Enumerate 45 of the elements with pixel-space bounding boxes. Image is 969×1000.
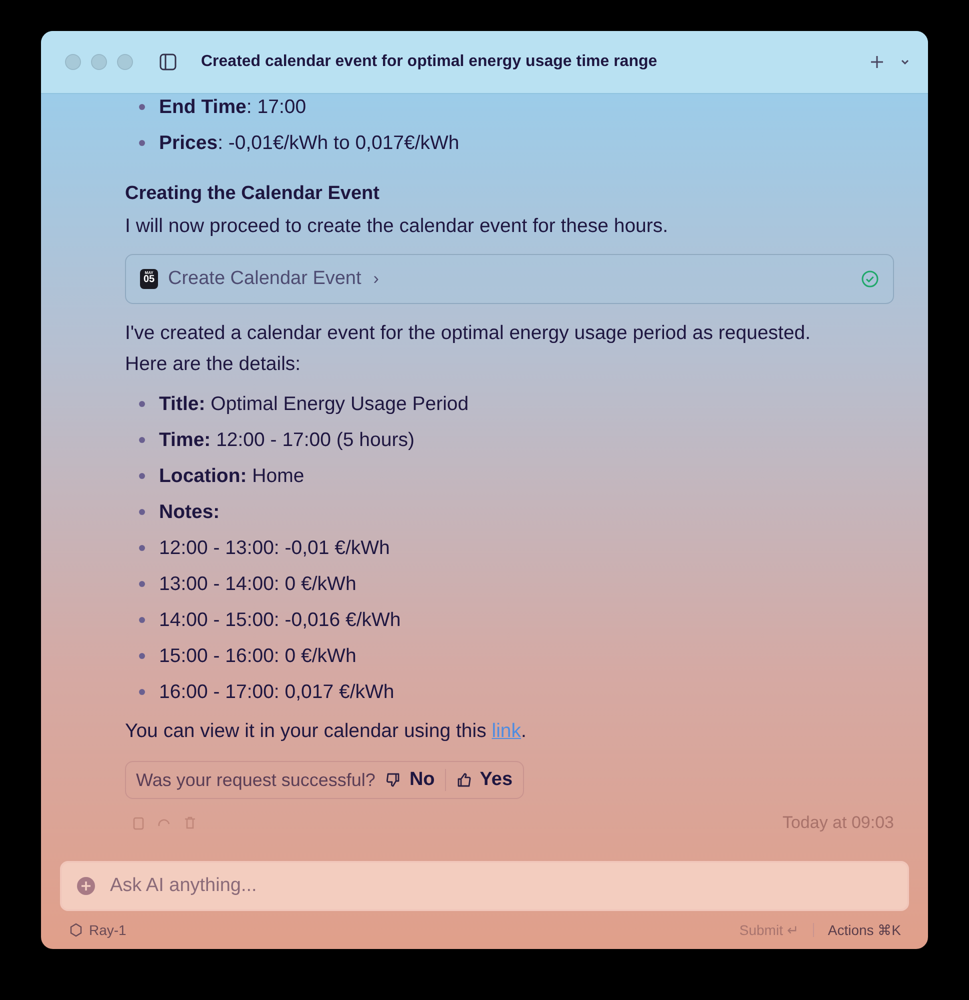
trash-icon[interactable]: [183, 816, 197, 830]
plus-icon[interactable]: [870, 55, 884, 69]
thumbs-down-icon: [385, 772, 402, 788]
section-heading: Creating the Calendar Event: [125, 183, 380, 205]
feedback-question: Was your request successful?: [136, 770, 376, 790]
no-button[interactable]: No: [385, 769, 435, 791]
bullet-item: 16:00 - 17:00: 0,017 €/kWh: [159, 680, 394, 705]
bullet-item: 13:00 - 14:00: 0 €/kWh: [159, 572, 356, 597]
bullet-dot: [139, 437, 145, 443]
bullet-item: Notes:: [159, 500, 220, 525]
bullet-dot: [139, 104, 145, 110]
actions-button[interactable]: Actions ⌘K: [828, 922, 901, 938]
message-text: I've created a calendar event for the optimal energy usage period as requested. Here are the details:: [125, 321, 812, 377]
minimize-dot[interactable]: [91, 54, 107, 70]
bullet-dot: [139, 140, 145, 146]
zoom-dot[interactable]: [117, 54, 133, 70]
chevron-down-icon[interactable]: [900, 57, 910, 67]
bullet-item: Location: Home: [159, 464, 304, 489]
bullet-item: Prices: -0,01€/kWh to 0,017€/kWh: [159, 131, 460, 156]
bullet-dot: [139, 545, 145, 551]
yes-button[interactable]: Yes: [456, 769, 513, 791]
bullet-dot: [139, 509, 145, 515]
bullet-item: 15:00 - 16:00: 0 €/kWh: [159, 644, 356, 669]
copy-icon[interactable]: [131, 816, 145, 830]
window-title: Created calendar event for optimal energy usage time range: [201, 53, 658, 71]
message-text: You can view it in your calendar using this link.: [125, 719, 528, 744]
bullet-item: End Time: 17:00: [159, 95, 306, 120]
thumbs-up-icon: [456, 772, 472, 788]
bullet-item: 14:00 - 15:00: -0,016 €/kWh: [159, 608, 401, 633]
ask-input-field[interactable]: Ask AI anything...: [60, 861, 909, 911]
bullet-dot: [139, 689, 145, 695]
bullet-dot: [139, 653, 145, 659]
model-label[interactable]: Ray-1: [89, 922, 126, 938]
bullet-dot: [139, 473, 145, 479]
chevron-icon: ›: [373, 269, 379, 289]
close-dot[interactable]: [65, 54, 81, 70]
bullet-dot: [139, 581, 145, 587]
message-text: I will now proceed to create the calendar event for these hours.: [125, 214, 670, 239]
sidebar-icon[interactable]: [159, 53, 177, 71]
bullet-item: Time: 12:00 - 17:00 (5 hours): [159, 428, 414, 453]
bullet-item: 12:00 - 13:00: -0,01 €/kWh: [159, 536, 390, 561]
tool-call-label: Create Calendar Event: [168, 268, 362, 290]
bullet-dot: [139, 401, 145, 407]
bullet-dot: [139, 617, 145, 623]
bullet-item: Title: Optimal Energy Usage Period: [159, 392, 469, 417]
